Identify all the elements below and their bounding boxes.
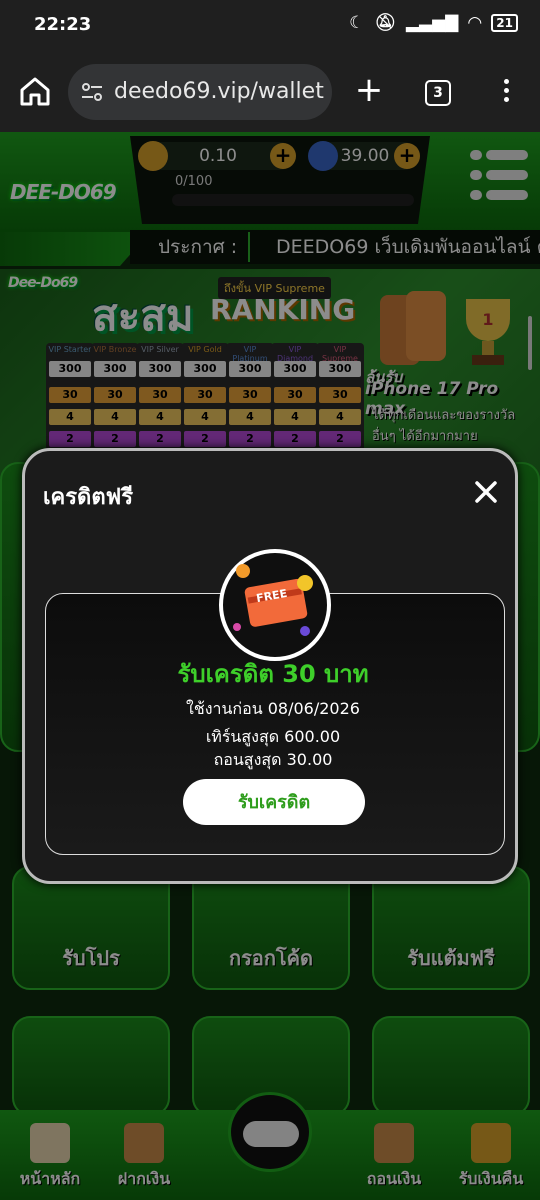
- max-turnover-text: เทิร์นสูงสุด 600.00: [205, 727, 341, 746]
- mute-icon: 🔕︎: [374, 13, 396, 33]
- screen: 22:23 ☾ 🔕︎ ▂▃▅▇ ◠ 21 deedo69.vip/wallet …: [0, 0, 540, 1200]
- clock: 22:23: [34, 14, 92, 35]
- status-bar: 22:23 ☾ 🔕︎ ▂▃▅▇ ◠ 21: [0, 0, 540, 50]
- free-credit-badge: FREE: [219, 549, 331, 661]
- new-tab-button[interactable]: +: [352, 72, 386, 108]
- expiry-text: ใช้งานก่อน 08/06/2026: [186, 699, 360, 718]
- url-text: deedo69.vip/wallet: [114, 79, 324, 104]
- claim-credit-button[interactable]: รับเครดิต: [183, 779, 365, 825]
- close-icon[interactable]: [471, 477, 501, 507]
- address-bar[interactable]: deedo69.vip/wallet: [68, 64, 332, 120]
- browser-toolbar: deedo69.vip/wallet + 3: [0, 50, 540, 132]
- battery-icon: 21: [491, 14, 518, 32]
- more-menu-icon[interactable]: [496, 76, 516, 110]
- max-withdraw-text: ถอนสูงสุด 30.00: [213, 750, 333, 769]
- free-card-icon: FREE: [233, 564, 313, 636]
- credit-amount-title: รับเครดิต 30 บาท: [177, 660, 369, 688]
- status-icons: ☾ 🔕︎ ▂▃▅▇ ◠ 21: [349, 13, 518, 33]
- moon-icon: ☾: [349, 13, 365, 33]
- signal-icon: ▂▃▅▇: [405, 13, 459, 33]
- free-credit-modal: เครดิตฟรี FREE รับเครดิต 30 บาท ใช้งานก่…: [22, 448, 518, 884]
- modal-title: เครดิตฟรี: [43, 485, 134, 510]
- tab-switcher-button[interactable]: 3: [425, 80, 451, 106]
- home-icon[interactable]: [18, 74, 52, 108]
- site-settings-icon[interactable]: [80, 81, 104, 103]
- wifi-icon: ◠: [468, 13, 482, 33]
